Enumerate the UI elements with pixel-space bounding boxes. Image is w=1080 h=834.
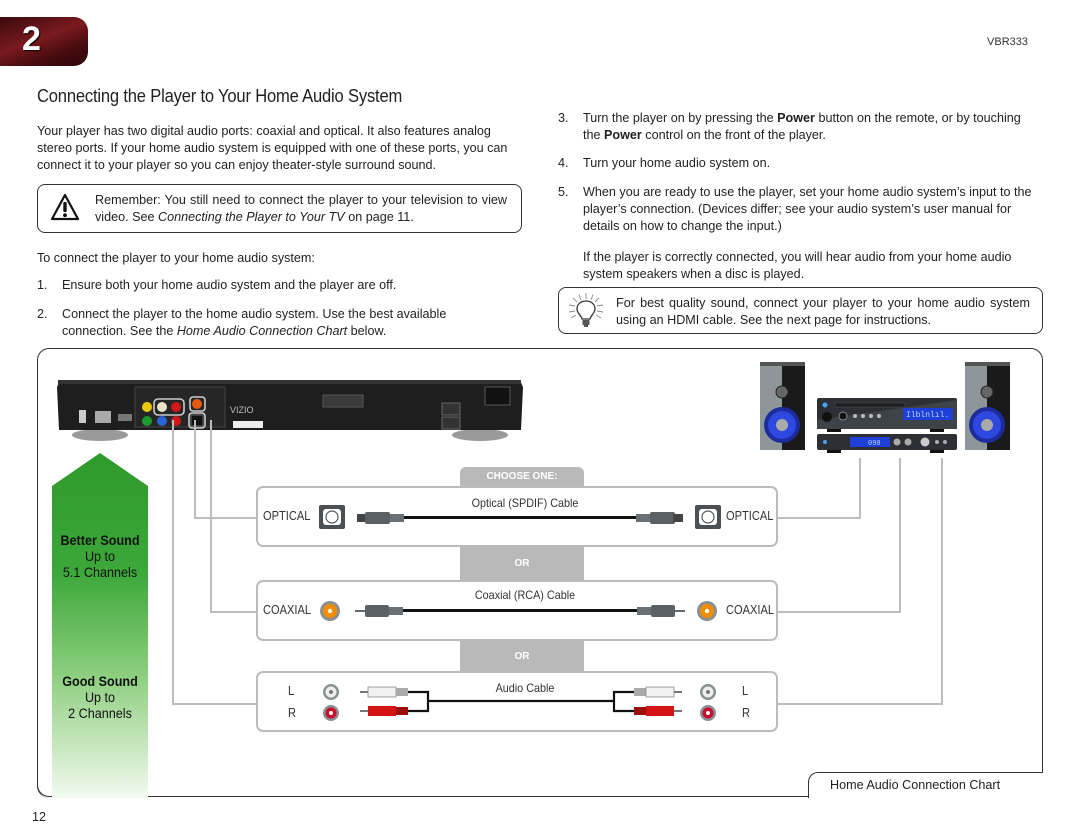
- amplifier-unit: 098: [817, 434, 957, 453]
- warning-triangle-icon: [50, 193, 80, 221]
- optical-connector-line-h: [194, 517, 258, 519]
- analog-stereo-line-h: [776, 703, 943, 705]
- home-audio-system-image: Ilblnlıl. 098: [760, 362, 1010, 453]
- intro-paragraph: Your player has two digital audio ports:…: [37, 124, 508, 172]
- optical-connector-line: [194, 420, 196, 518]
- blu-ray-player-rear-panel: VIZIO: [57, 380, 523, 441]
- rca-white-port-icon: [700, 684, 716, 700]
- lightbulb-icon: [568, 293, 604, 327]
- lead-in-text: To connect the player to your home audio…: [37, 251, 315, 265]
- sound-quality-arrow: [52, 453, 148, 798]
- analog-stereo-line: [941, 458, 943, 705]
- left-speaker: [760, 362, 805, 450]
- step-5-followup: If the player is correctly connected, yo…: [583, 250, 1012, 281]
- chart-reference: Home Audio Connection Chart: [176, 323, 348, 338]
- player-brand-label: VIZIO: [230, 405, 254, 415]
- optical-port-icon: [319, 505, 345, 529]
- coaxial-stereo-line: [899, 458, 901, 613]
- coaxial-port-icon: [697, 601, 717, 621]
- rca-red-port-icon: [323, 705, 339, 721]
- or-label: OR: [460, 641, 584, 672]
- rca-white-port-icon: [323, 684, 339, 700]
- tip-note-text: For best quality sound, connect your pla…: [616, 296, 1030, 327]
- coaxial-player-label: COAXIAL: [263, 603, 312, 617]
- receiver-display-text: Ilblnlıl.: [906, 411, 949, 420]
- coaxial-connector-line-h: [210, 611, 258, 613]
- tv-connection-reference: Connecting the Player to Your TV: [158, 209, 345, 224]
- right-channel-label: R: [742, 706, 751, 720]
- rca-red-port-icon: [700, 705, 716, 721]
- chapter-number: 2: [22, 20, 41, 58]
- section-title: Connecting the Player to Your Home Audio…: [37, 86, 403, 106]
- page-number: 12: [32, 810, 47, 824]
- receiver-unit: Ilblnlıl.: [817, 398, 957, 432]
- analog-connector-line-h: [172, 703, 258, 705]
- optical-stereo-line-h: [776, 517, 861, 519]
- analog-connector-line: [172, 420, 174, 704]
- optical-cable: [357, 512, 683, 524]
- left-channel-label: L: [742, 684, 749, 698]
- coaxial-cable: [355, 605, 685, 617]
- optical-stereo-line: [859, 458, 861, 518]
- right-speaker: [965, 362, 1010, 450]
- better-sound-label: Better Sound Up to 5.1 Channels: [60, 532, 140, 580]
- amplifier-display-text: 098: [868, 440, 881, 448]
- chapter-tab: [0, 17, 88, 66]
- good-sound-label: Good Sound Up to 2 Channels: [62, 673, 138, 721]
- choose-one-label: CHOOSE ONE:: [460, 467, 584, 487]
- coaxial-stereo-line-h: [776, 611, 901, 613]
- optical-port-icon: [695, 505, 721, 529]
- coaxial-port-icon: [320, 601, 340, 621]
- right-channel-label: R: [288, 706, 297, 720]
- rca-audio-cable: [360, 686, 682, 716]
- model-number: VBR333: [987, 36, 1028, 48]
- chart-caption: Home Audio Connection Chart: [830, 778, 1001, 792]
- coaxial-connector-line: [210, 420, 212, 612]
- warning-note-text: Remember: You still need to connect the …: [95, 193, 507, 224]
- left-channel-label: L: [288, 684, 295, 698]
- coaxial-cable-label: Coaxial (RCA) Cable: [474, 588, 576, 602]
- optical-stereo-label: OPTICAL: [726, 509, 774, 523]
- coaxial-stereo-label: COAXIAL: [726, 603, 775, 617]
- or-label: OR: [460, 547, 584, 580]
- chart-frame-bottom: [37, 772, 809, 797]
- optical-player-label: OPTICAL: [263, 509, 311, 523]
